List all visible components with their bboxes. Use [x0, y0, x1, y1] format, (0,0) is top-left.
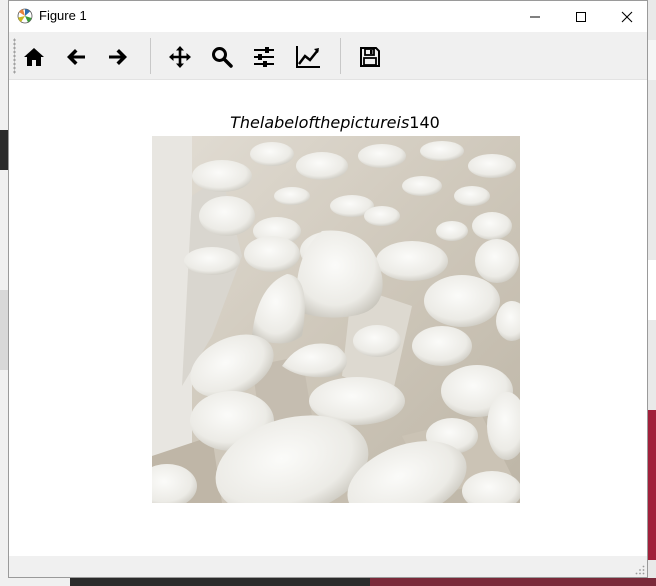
window-title: Figure 1: [39, 8, 87, 23]
close-button[interactable]: [604, 1, 650, 32]
desktop-fragment: [648, 260, 656, 320]
toolbar-separator: [150, 38, 151, 74]
edit-axis-button[interactable]: [290, 39, 326, 75]
mushroom-photo-image: [152, 136, 520, 503]
desktop-fragment: [0, 290, 8, 370]
matplotlib-logo-icon: [17, 8, 33, 24]
maximize-icon: [576, 11, 586, 22]
figure-title: Thelabelofthepictureis140: [9, 113, 656, 132]
desktop-fragment: [370, 578, 656, 586]
desktop-background-right: [648, 0, 656, 586]
desktop-fragment: [648, 410, 656, 560]
back-button[interactable]: [58, 39, 94, 75]
navigation-toolbar: [9, 32, 647, 80]
desktop-background-left: [0, 0, 8, 586]
figure-title-text: Thelabelofthepictureis: [230, 113, 410, 132]
figure-window: Figure 1 Thelabelofthepictureis140: [8, 0, 648, 578]
minimize-button[interactable]: [512, 1, 558, 32]
desktop-fragment: [648, 40, 656, 80]
minimize-icon: [530, 16, 540, 17]
resize-grip-icon[interactable]: [635, 565, 645, 575]
zoom-button[interactable]: [204, 39, 240, 75]
arrow-right-icon: [109, 49, 127, 65]
arrow-left-icon: [67, 49, 85, 65]
home-button[interactable]: [16, 39, 52, 75]
toolbar-separator: [340, 38, 341, 74]
desktop-background-bottom: [0, 578, 656, 586]
sliders-icon: [254, 47, 274, 67]
desktop-fragment: [0, 130, 8, 170]
home-icon: [24, 48, 44, 66]
zoom-icon: [212, 47, 233, 68]
status-bar: [9, 556, 647, 577]
pan-button[interactable]: [162, 39, 198, 75]
line-chart-icon: [296, 46, 320, 68]
desktop-fragment: [0, 578, 70, 586]
configure-subplots-button[interactable]: [246, 39, 282, 75]
figure-title-number: 140: [409, 113, 440, 132]
maximize-button[interactable]: [558, 1, 604, 32]
save-button[interactable]: [352, 39, 388, 75]
forward-button[interactable]: [100, 39, 136, 75]
close-icon: [621, 11, 633, 22]
move-icon: [169, 46, 191, 68]
mushroom-photo: [152, 136, 520, 503]
figure-canvas[interactable]: Thelabelofthepictureis140: [9, 80, 647, 556]
save-icon: [360, 47, 380, 67]
title-bar[interactable]: Figure 1: [9, 1, 647, 32]
